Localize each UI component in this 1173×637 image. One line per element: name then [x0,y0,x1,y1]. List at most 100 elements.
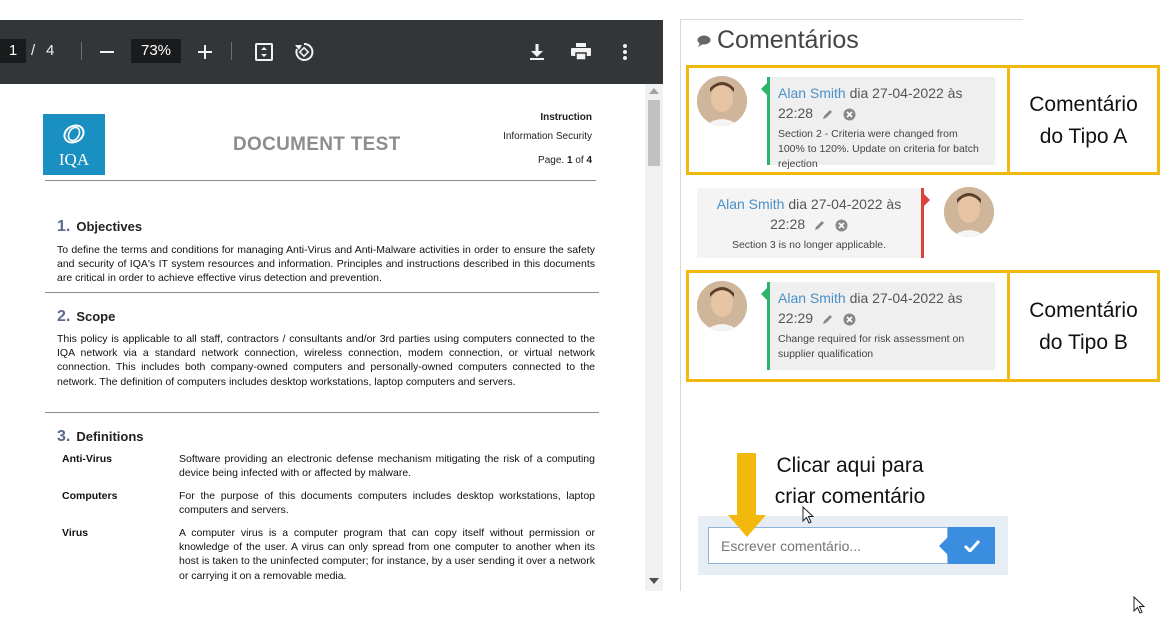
comment-author[interactable]: Alan Smith [778,290,846,306]
vertical-scrollbar[interactable] [645,84,663,591]
avatar [944,187,994,237]
user-avatar-icon [697,281,747,331]
toolbar-divider [81,42,82,60]
comments-title: Comentários [717,26,859,54]
annotation-line: Comentário [1029,299,1138,322]
comment-header: Alan Smith dia 27-04-2022 às 22:28 [778,83,987,123]
zoom-out-icon [100,51,114,53]
download-button[interactable] [524,39,550,65]
annotation-line: Clicar aqui para [776,454,924,477]
delete-x-icon[interactable] [835,219,848,232]
download-icon [530,44,544,60]
section-paragraph: To define the terms and conditions for m… [57,244,595,285]
page-of: of [575,155,584,166]
page-number-input[interactable]: 1 [0,39,26,63]
header-doc-type: Instruction [540,112,592,123]
comment-time: 22:28 [778,105,814,121]
section-number: 2. [57,308,71,325]
definition-text: For the purpose of this documents comput… [179,490,595,517]
header-rule [45,180,596,181]
mouse-pointer-icon [1133,596,1145,614]
screenshot-stage: 1 / 4 73% IQA DOCUMENT TEST Instruction … [0,0,1173,637]
edit-pencil-icon[interactable] [822,108,834,120]
bubble-pointer [761,288,767,300]
annotation-type-a: Comentário do Tipo A [1010,89,1157,153]
comment-author[interactable]: Alan Smith [717,196,785,212]
section-title: Objectives [76,219,143,234]
pdf-toolbar: 1 / 4 73% [0,20,663,84]
section-paragraph: This policy is applicable to all staff, … [57,333,595,388]
comment-text: Section 2 - Criteria were changed from 1… [778,128,979,170]
rotate-button[interactable] [291,39,317,65]
scroll-down-arrow-icon[interactable] [649,578,659,584]
zoom-out-button[interactable] [94,39,120,65]
panel-top-rule [680,19,1023,20]
section-title: Definitions [76,429,144,444]
logo-text: IQA [58,150,90,169]
more-options-button[interactable] [612,39,638,65]
header-category: Information Security [503,131,592,142]
delete-x-icon[interactable] [843,313,856,326]
bubble-pointer [761,83,767,95]
comment-text: Section 3 is no longer applicable. [731,239,887,251]
section-heading: 1. Objectives [57,218,142,236]
page-num: 1 [566,155,573,166]
page-total: 4 [586,155,592,166]
scroll-up-arrow-icon[interactable] [649,88,659,94]
page-separator: / [31,42,36,59]
comment-time: 22:28 [770,216,806,232]
section-heading: 3. Definitions [57,428,144,446]
annotation-line: do Tipo A [1039,125,1128,148]
comment-card: Alan Smith dia 27-04-2022 às 22:28 Secti… [697,188,930,258]
comment-card: Alan Smith dia 27-04-2022 às 22:28 Secti… [761,77,995,170]
page-total: 4 [46,42,55,59]
comments-heading: Comentários [697,26,859,55]
send-comment-button[interactable] [948,527,995,564]
section-rule [45,412,599,413]
comment-author[interactable]: Alan Smith [778,85,846,101]
header-page: Page. 1 of 4 [538,155,592,166]
comment-header: Alan Smith dia 27-04-2022 às 22:28 [705,194,913,234]
check-icon [963,539,980,552]
annotation-line: do Tipo B [1039,331,1128,354]
definition-text: Software providing an electronic defense… [179,453,595,480]
print-button[interactable] [568,39,594,65]
fit-page-button[interactable] [251,39,277,65]
annotation-line: criar comentário [774,485,926,508]
rotate-icon [295,42,314,61]
comment-date: dia 27-04-2022 às [849,85,963,101]
zoom-level-input[interactable]: 73% [131,39,181,63]
document-page: IQA DOCUMENT TEST Instruction Informatio… [0,84,645,591]
definition-term: Anti-Virus [62,453,112,465]
comment-header: Alan Smith dia 27-04-2022 às 22:29 [778,288,987,328]
comment-text: Change required for risk assessment on s… [778,333,965,360]
edit-pencil-icon[interactable] [814,219,826,231]
section-heading: 2. Scope [57,308,115,326]
definition-text: A computer virus is a computer program t… [179,527,595,582]
comment-date: dia 27-04-2022 às [788,196,902,212]
comment-time: 22:29 [778,310,814,326]
panel-divider [680,20,681,591]
section-number: 3. [57,428,71,445]
avatar [697,76,747,126]
logo-swirl-icon [63,124,85,144]
pdf-viewer: 1 / 4 73% IQA DOCUMENT TEST Instruction … [0,20,663,591]
annotation-hint: Clicar aqui para criar comentário [758,450,942,512]
comment-bubble-icon [697,35,711,47]
edit-pencil-icon[interactable] [822,313,834,325]
annotation-arrow-shaft [737,453,756,515]
zoom-in-button[interactable] [192,39,218,65]
iqa-logo: IQA [43,114,105,175]
fit-page-icon [255,43,273,61]
document-title: DOCUMENT TEST [233,134,401,155]
delete-x-icon[interactable] [843,108,856,121]
user-avatar-icon [697,76,747,126]
more-options-icon [623,44,627,60]
section-title: Scope [76,309,116,324]
bubble-pointer [924,194,930,206]
definition-term: Virus [62,527,89,539]
avatar [697,281,747,331]
section-number: 1. [57,218,71,235]
scroll-thumb[interactable] [648,100,660,166]
annotation-arrow-head [728,515,766,537]
